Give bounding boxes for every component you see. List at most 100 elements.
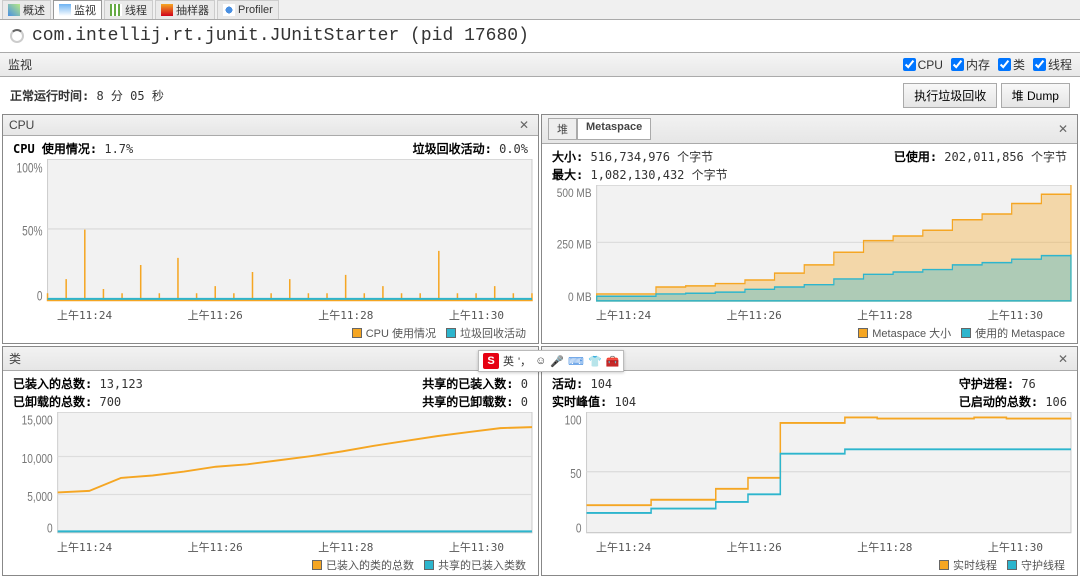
ime-mic-icon[interactable]: 🎤 bbox=[550, 355, 564, 368]
check-memory[interactable]: 内存 bbox=[951, 56, 990, 73]
check-threads-input[interactable] bbox=[1033, 58, 1046, 71]
legend-item: 使用的 Metaspace bbox=[961, 325, 1065, 341]
tab-sampler-label: 抽样器 bbox=[176, 2, 209, 18]
threads-daemon-label: 守护进程: bbox=[959, 377, 1014, 391]
mem-size-value: 516,734,976 个字节 bbox=[590, 150, 713, 164]
chart-threads-legend: 实时线程 守护线程 bbox=[546, 555, 1073, 575]
check-classes-input[interactable] bbox=[998, 58, 1011, 71]
top-tabs-bar: 概述 监视 线程 抽样器 Profiler bbox=[0, 0, 1080, 20]
sampler-icon bbox=[161, 4, 173, 16]
tab-monitor[interactable]: 监视 bbox=[53, 0, 102, 19]
uptime-label: 正常运行时间: bbox=[10, 89, 89, 103]
cpu-gc: 垃圾回收活动: 0.0% bbox=[413, 140, 528, 157]
check-memory-label: 内存 bbox=[966, 56, 990, 73]
threads-started: 已启动的总数: 106 bbox=[959, 393, 1067, 410]
heap-dump-button[interactable]: 堆 Dump bbox=[1001, 83, 1070, 108]
threads-peak-label: 实时峰值: bbox=[552, 395, 607, 409]
chart-threads-svg: 100 50 0 bbox=[546, 412, 1073, 539]
xaxis-label: 上午11:24 bbox=[596, 307, 651, 323]
mem-size-label: 大小: bbox=[552, 150, 583, 164]
classes-shared-unloaded-value: 0 bbox=[521, 395, 528, 409]
tab-threads[interactable]: 线程 bbox=[104, 0, 153, 19]
uptime: 正常运行时间: 8 分 05 秒 bbox=[10, 87, 164, 104]
check-cpu[interactable]: CPU bbox=[903, 58, 943, 72]
gc-button[interactable]: 执行垃圾回收 bbox=[903, 83, 997, 108]
swatch-icon bbox=[352, 328, 362, 338]
subtitle-row: 监视 CPU 内存 类 线程 bbox=[0, 52, 1080, 77]
check-threads-label: 线程 bbox=[1048, 56, 1072, 73]
cpu-gc-label: 垃圾回收活动: bbox=[413, 142, 492, 156]
mem-size: 大小: 516,734,976 个字节 bbox=[552, 148, 728, 165]
memory-tab-heap[interactable]: 堆 bbox=[548, 118, 577, 140]
check-classes-label: 类 bbox=[1013, 56, 1025, 73]
classes-shared-unloaded-label: 共享的已卸载数: bbox=[422, 395, 513, 409]
mem-used: 已使用: 202,011,856 个字节 bbox=[894, 148, 1067, 183]
ime-keyboard-icon[interactable]: ⌨ bbox=[568, 355, 584, 368]
ime-skin-icon[interactable]: 👕 bbox=[588, 355, 602, 368]
svg-text:0: 0 bbox=[576, 523, 582, 536]
legend-item: 已装入的类的总数 bbox=[312, 557, 414, 573]
chart-classes: 15,000 10,000 5,000 0 上午11:24 上午11:26 上午… bbox=[3, 412, 538, 575]
ime-toolbar[interactable]: S 英 '， ☺ 🎤 ⌨ 👕 🧰 bbox=[478, 350, 624, 372]
classes-unloaded: 已卸载的总数: 700 bbox=[13, 393, 143, 410]
panel-memory-close[interactable]: ✕ bbox=[1055, 122, 1071, 136]
panel-classes-stats: 已装入的总数: 13,123 已卸载的总数: 700 共享的已装入数: 0 共享… bbox=[3, 371, 538, 412]
panel-cpu-title: CPU bbox=[9, 118, 34, 132]
panel-memory-stats: 大小: 516,734,976 个字节 最大: 1,082,130,432 个字… bbox=[542, 144, 1077, 185]
svg-text:0: 0 bbox=[37, 288, 43, 304]
loading-spinner-icon bbox=[10, 29, 24, 43]
check-cpu-label: CPU bbox=[918, 58, 943, 72]
legend-item: 守护线程 bbox=[1007, 557, 1065, 573]
swatch-icon bbox=[961, 328, 971, 338]
classes-loaded-label: 已装入的总数: bbox=[13, 377, 92, 391]
ime-tool-icon[interactable]: 🧰 bbox=[606, 355, 620, 368]
xaxis-label: 上午11:28 bbox=[318, 539, 373, 555]
cpu-usage-value: 1.7% bbox=[104, 142, 133, 156]
tab-profiler[interactable]: Profiler bbox=[217, 0, 279, 19]
xaxis-label: 上午11:26 bbox=[727, 307, 782, 323]
subtitle: 监视 bbox=[8, 56, 32, 73]
ime-lang[interactable]: 英 bbox=[503, 353, 514, 369]
svg-text:0: 0 bbox=[47, 523, 53, 536]
ime-emoji-icon[interactable]: ☺ bbox=[535, 355, 546, 367]
check-cpu-input[interactable] bbox=[903, 58, 916, 71]
chart-threads-xaxis: 上午11:24 上午11:26 上午11:28 上午11:30 bbox=[546, 539, 1073, 555]
memory-tab-metaspace[interactable]: Metaspace bbox=[577, 118, 651, 140]
xaxis-label: 上午11:24 bbox=[596, 539, 651, 555]
mem-max: 最大: 1,082,130,432 个字节 bbox=[552, 166, 728, 183]
panel-memory: 堆 Metaspace ✕ 大小: 516,734,976 个字节 最大: 1,… bbox=[541, 114, 1078, 344]
classes-unloaded-value: 700 bbox=[99, 395, 121, 409]
monitor-icon bbox=[59, 4, 71, 16]
cpu-usage-label: CPU 使用情况: bbox=[13, 142, 97, 156]
chart-memory: 500 MB 250 MB 0 MB 上午11:24 上午11:26 上午11:… bbox=[542, 185, 1077, 343]
cpu-gc-value: 0.0% bbox=[499, 142, 528, 156]
svg-text:15,000: 15,000 bbox=[22, 415, 53, 428]
chart-cpu-svg: 100% 50% 0 bbox=[7, 159, 534, 307]
legend-item: 共享的已装入类数 bbox=[424, 557, 526, 573]
tab-sampler[interactable]: 抽样器 bbox=[155, 0, 215, 19]
classes-shared-loaded-label: 共享的已装入数: bbox=[422, 377, 513, 391]
swatch-icon bbox=[939, 560, 949, 570]
overview-icon bbox=[8, 4, 20, 16]
xaxis-label: 上午11:30 bbox=[988, 539, 1043, 555]
xaxis-label: 上午11:28 bbox=[857, 539, 912, 555]
svg-text:50: 50 bbox=[570, 468, 581, 481]
tab-overview[interactable]: 概述 bbox=[2, 0, 51, 19]
panel-cpu-close[interactable]: ✕ bbox=[516, 118, 532, 132]
check-memory-input[interactable] bbox=[951, 58, 964, 71]
checks-row: CPU 内存 类 线程 bbox=[903, 56, 1072, 73]
swatch-icon bbox=[312, 560, 322, 570]
svg-text:5,000: 5,000 bbox=[27, 491, 52, 504]
tab-threads-label: 线程 bbox=[125, 2, 147, 18]
legend-label: 已装入的类的总数 bbox=[326, 557, 414, 573]
svg-text:500 MB: 500 MB bbox=[557, 187, 592, 200]
swatch-icon bbox=[858, 328, 868, 338]
sogou-logo-icon: S bbox=[483, 353, 499, 369]
check-classes[interactable]: 类 bbox=[998, 56, 1025, 73]
classes-unloaded-label: 已卸载的总数: bbox=[13, 395, 92, 409]
mem-used-value: 202,011,856 个字节 bbox=[944, 150, 1067, 164]
threads-daemon: 守护进程: 76 bbox=[959, 375, 1067, 392]
check-threads[interactable]: 线程 bbox=[1033, 56, 1072, 73]
panel-threads-close[interactable]: ✕ bbox=[1055, 352, 1071, 366]
xaxis-label: 上午11:28 bbox=[857, 307, 912, 323]
